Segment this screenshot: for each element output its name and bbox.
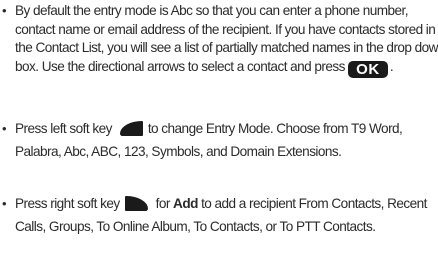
item-3-pre: Press right soft key <box>15 196 120 211</box>
manual-page: By default the entry mode is Abc so that… <box>0 0 438 256</box>
list-item-entry-mode-default: By default the entry mode is Abc so that… <box>0 2 438 78</box>
item-3-mid: for <box>155 196 171 211</box>
ok-key-icon: OK <box>347 60 388 78</box>
left-soft-key-icon <box>116 120 144 143</box>
item-2-pre: Press left soft key <box>15 121 112 136</box>
add-keyword: Add <box>173 196 198 211</box>
right-soft-key-icon <box>124 195 152 218</box>
list-item-left-soft-key: Press left soft keyto change Entry Mode.… <box>0 120 438 161</box>
item-1-suffix: . <box>389 58 394 74</box>
list-item-right-soft-key: Press right soft keyfor Add to add a rec… <box>0 195 438 236</box>
